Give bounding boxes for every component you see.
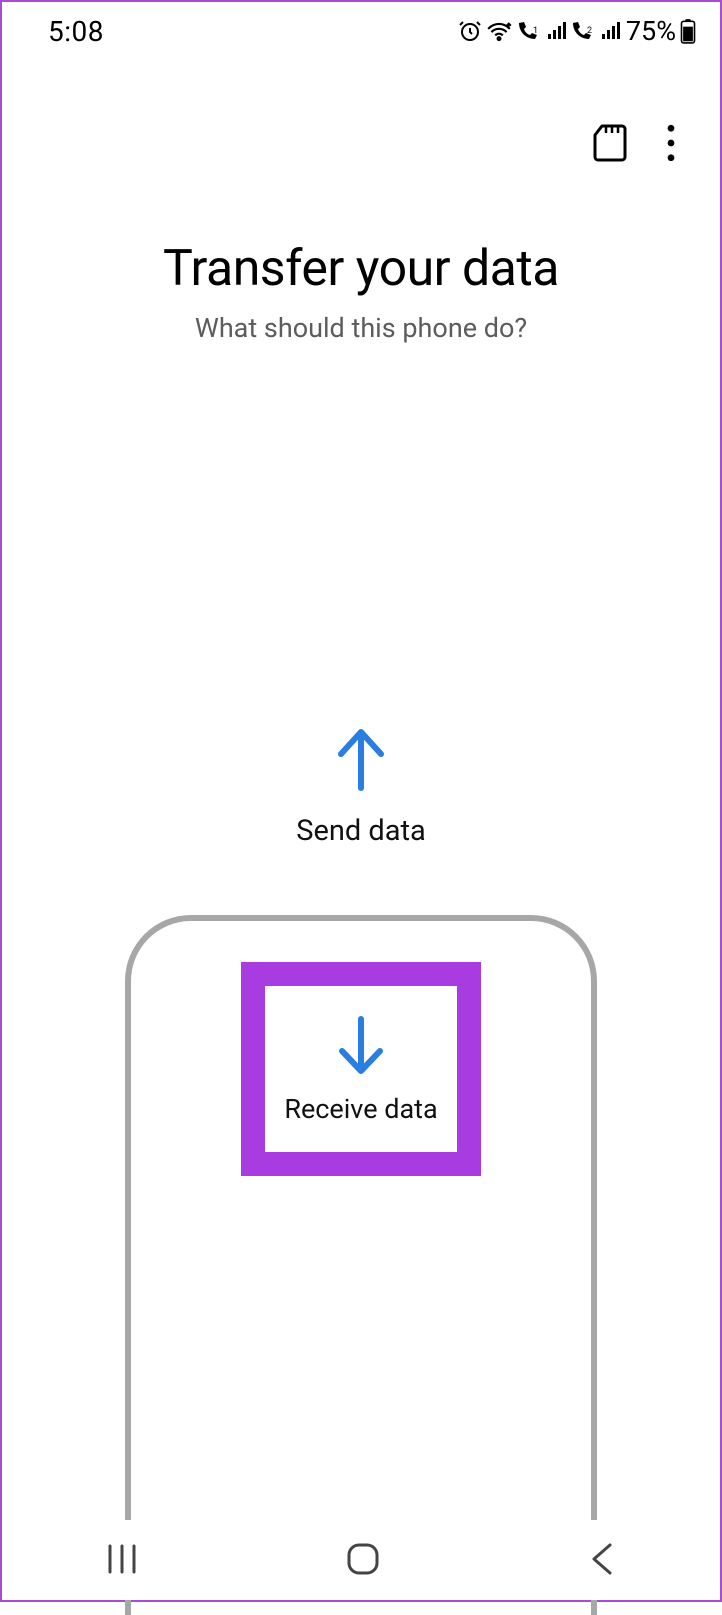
recents-icon [104,1565,140,1580]
call-sim1-icon: 1 [516,20,542,42]
nav-back-button[interactable] [556,1531,648,1590]
send-data-option[interactable]: Send data [2,724,720,848]
receive-data-option[interactable]: Receive data [265,986,457,1152]
status-indicators: 1 2 75% [458,15,696,47]
home-icon [345,1565,381,1580]
send-data-label: Send data [2,814,720,848]
arrow-down-icon [332,1013,390,1081]
wifi-icon [486,20,512,42]
arrow-up-icon [331,779,391,798]
receive-highlight: Receive data [241,962,481,1176]
headings: Transfer your data What should this phon… [2,240,720,344]
more-button[interactable] [666,124,676,165]
sd-card-button[interactable] [592,123,628,166]
battery-percent: 75% [626,15,676,47]
app-bar [2,52,720,182]
more-vertical-icon [666,150,676,165]
status-time: 5:08 [48,15,104,48]
receive-data-label: Receive data [284,1093,437,1125]
signal2-icon [600,21,620,41]
alarm-icon [458,19,482,43]
battery-icon [680,18,696,44]
back-icon [586,1565,618,1580]
nav-home-button[interactable] [315,1531,411,1590]
navigation-bar [2,1520,720,1600]
page-title: Transfer your data [2,240,720,298]
page-subtitle: What should this phone do? [2,312,720,344]
call-sim2-icon: 2 [570,20,596,42]
sd-card-icon [592,151,628,166]
svg-text:1: 1 [533,26,538,36]
svg-text:2: 2 [587,26,592,36]
status-bar: 5:08 1 2 [2,2,720,52]
nav-recents-button[interactable] [74,1531,170,1590]
signal1-icon [546,21,566,41]
